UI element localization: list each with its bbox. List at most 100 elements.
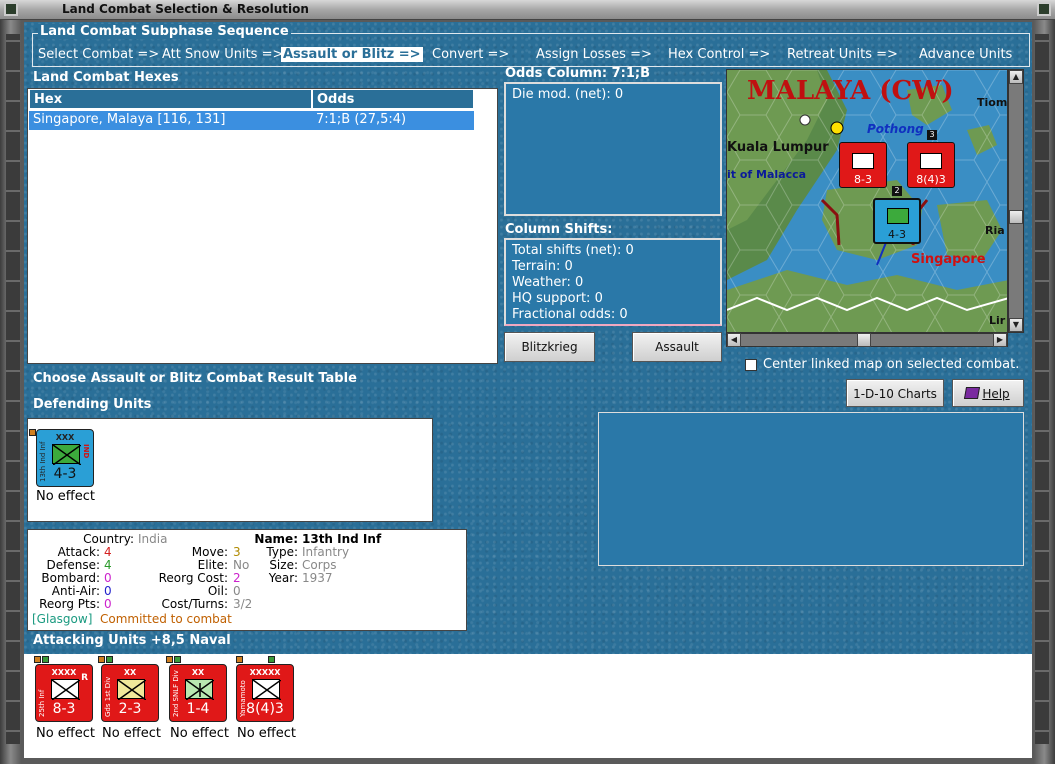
attacker-3-strength: 1-4: [186, 701, 210, 717]
hexes-col-hex[interactable]: Hex: [29, 89, 312, 109]
left-frame-rail: [6, 34, 20, 744]
map-horizontal-scrollbar[interactable]: ◀ ▶: [726, 333, 1008, 347]
scroll-down-icon[interactable]: ▼: [1009, 318, 1023, 332]
hexes-col-odds[interactable]: Odds: [312, 89, 474, 109]
defender-led: [29, 429, 36, 436]
hexes-row-hex[interactable]: Singapore, Malaya [116, 131]: [29, 111, 312, 130]
infantry-symbol-icon: [117, 679, 146, 700]
center-linked-map-checkbox[interactable]: [745, 359, 757, 371]
map-place-lir: Lir: [989, 314, 1006, 327]
attacker-4-led-a: [236, 656, 243, 663]
seq-item-convert[interactable]: Convert =>: [432, 47, 509, 62]
detail-move-label: Move:: [191, 545, 228, 559]
blitzkrieg-button[interactable]: Blitzkrieg: [504, 332, 595, 362]
close-icon[interactable]: [1037, 2, 1051, 16]
seq-item-att-snow-units[interactable]: Att Snow Units =>: [162, 47, 283, 62]
detail-anti-air-label: Anti-Air:: [51, 584, 100, 598]
column-shifts-box: Total shifts (net): 0 Terrain: 0 Weather…: [504, 238, 722, 326]
detail-defense-label: Defense:: [46, 558, 100, 572]
assault-button[interactable]: Assault: [632, 332, 722, 362]
detail-attack-value: 4: [104, 545, 112, 559]
linked-map[interactable]: MALAYA (CW) Tiom Kuala Lumpur Pothong it…: [726, 69, 1008, 333]
seq-item-assign-losses[interactable]: Assign Losses =>: [536, 47, 652, 62]
scroll-left-icon[interactable]: ◀: [727, 333, 741, 347]
map-unit-yamamoto[interactable]: 8(4)3: [907, 142, 955, 188]
attacking-unit-gds-1st-div[interactable]: XX Gds 1st Div 2-3: [101, 664, 159, 722]
defender-status: No effect: [36, 489, 96, 504]
help-button-label: Help: [982, 387, 1010, 401]
seq-item-assault-or-blitz[interactable]: Assault or Blitz =>: [281, 47, 423, 62]
attacking-unit-yamamoto[interactable]: XXXXX Yamamoto 8(4)3: [236, 664, 294, 722]
client-area: Land Combat Subphase Sequence Select Com…: [24, 22, 1032, 758]
scroll-h-thumb[interactable]: [857, 333, 871, 347]
defending-units-title: Defending Units: [33, 397, 152, 412]
map-stack-count-2: 2: [892, 186, 902, 196]
detail-commit-status: Committed to combat: [100, 612, 232, 626]
seq-item-hex-control[interactable]: Hex Control =>: [668, 47, 770, 62]
attacker-4-status: No effect: [237, 726, 297, 741]
seq-item-select-combat[interactable]: Select Combat =>: [38, 47, 159, 62]
attacker-4-strength: 8(4)3: [246, 701, 284, 717]
detail-type-value: Infantry: [302, 545, 350, 559]
defender-side: IND: [82, 444, 90, 459]
combat-result-panel: [598, 412, 1024, 566]
map-unit-yamamoto-strength: 8(4)3: [916, 173, 946, 186]
map-unit-13th-ind-inf-strength: 4-3: [888, 228, 906, 241]
attacker-1-led-b: [42, 656, 49, 663]
map-place-singapore: Singapore: [911, 252, 986, 267]
seq-item-retreat-units[interactable]: Retreat Units =>: [787, 47, 898, 62]
detail-size-value: Corps: [302, 558, 337, 572]
attacker-1-status: No effect: [36, 726, 96, 741]
choose-combat-table-label: Choose Assault or Blitz Combat Result Ta…: [33, 371, 357, 386]
defending-unit-13th-ind-inf[interactable]: XXX 13th Ind Inf IND 4-3: [36, 429, 94, 487]
attacker-2-strength: 2-3: [118, 701, 142, 717]
die-mod-text: Die mod. (net): 0: [512, 87, 624, 102]
map-place-ria: Ria: [985, 224, 1005, 237]
detail-attack-label: Attack:: [57, 545, 100, 559]
attacking-units-panel: XXXX 25th Inf R 8-3 No effect XX Gds 1st…: [24, 654, 1032, 758]
detail-elite-label: Elite:: [197, 558, 228, 572]
window-menu-icon[interactable]: [4, 2, 18, 16]
detail-reorg-pts-value: 0: [104, 597, 112, 611]
scroll-right-icon[interactable]: ▶: [993, 333, 1007, 347]
title-bar[interactable]: Land Combat Selection & Resolution: [0, 0, 1055, 20]
unit-details-panel: Country: India Attack: 4 Defense: 4 Bomb…: [27, 529, 467, 631]
defender-strength: 4-3: [53, 466, 77, 482]
attacker-3-led-a: [166, 656, 173, 663]
map-unit-13th-ind-inf[interactable]: 4-3: [873, 198, 921, 244]
center-linked-map-label: Center linked map on selected combat.: [763, 357, 1020, 372]
attacking-unit-25th-inf[interactable]: XXXX 25th Inf R 8-3: [35, 664, 93, 722]
detail-cost-turns-label: Cost/Turns:: [161, 597, 228, 611]
marine-anchor-icon: [185, 679, 214, 700]
detail-cost-turns-value: 3/2: [233, 597, 253, 611]
scroll-v-thumb[interactable]: [1009, 210, 1023, 224]
1d10-charts-button[interactable]: 1-D-10 Charts: [846, 379, 944, 407]
scroll-up-icon[interactable]: ▲: [1009, 70, 1023, 84]
detail-type-label: Type:: [266, 545, 298, 559]
seq-item-advance-units[interactable]: Advance Units: [919, 47, 1012, 62]
shift-fractional-odds: Fractional odds: 0: [512, 307, 628, 322]
map-stack-count-1: 3: [927, 130, 937, 140]
map-place-strait-of-malacca: it of Malacca: [727, 168, 807, 181]
help-button[interactable]: Help: [952, 379, 1024, 407]
attacking-units-title: Attacking Units +8,5 Naval: [33, 633, 231, 648]
map-region-label: MALAYA (CW): [747, 76, 954, 106]
shift-terrain: Terrain: 0: [512, 259, 573, 274]
attacker-1-mark: R: [81, 673, 88, 683]
app-window: Land Combat Selection & Resolution Land …: [0, 0, 1055, 764]
infantry-symbol-icon: [51, 679, 80, 700]
hexes-row-odds[interactable]: 7:1;B (27,5:4): [312, 111, 474, 130]
detail-bombard-label: Bombard:: [41, 571, 100, 585]
map-place-kuala-lumpur: Kuala Lumpur: [727, 140, 829, 155]
attacker-2-status: No effect: [102, 726, 162, 741]
map-vertical-scrollbar[interactable]: ▲ ▼: [1008, 69, 1024, 333]
attacking-unit-2nd-snlf-div[interactable]: XX 2nd SNLF Div 1-4: [169, 664, 227, 722]
detail-oil-label: Oil:: [207, 584, 228, 598]
defending-units-panel: XXX 13th Ind Inf IND 4-3 No effect: [27, 418, 433, 522]
detail-year-value: 1937: [302, 571, 333, 585]
shift-hq-support: HQ support: 0: [512, 291, 603, 306]
detail-defense-value: 4: [104, 558, 112, 572]
map-unit-25th-inf[interactable]: 8-3: [839, 142, 887, 188]
detail-bombard-value: 0: [104, 571, 112, 585]
attacker-2-led-a: [98, 656, 105, 663]
